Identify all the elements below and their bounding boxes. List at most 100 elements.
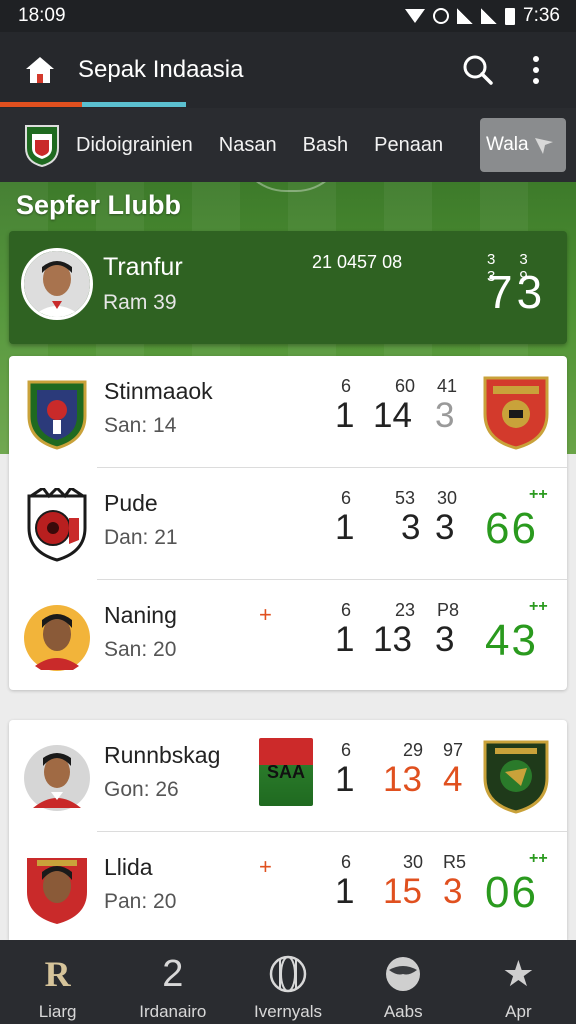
tab-didoigrainien[interactable]: Didoigrainien — [76, 134, 193, 157]
club-crest-icon — [483, 740, 549, 814]
section-title: Sepfer Llubb — [16, 190, 182, 220]
club-crest-icon — [483, 376, 549, 450]
row-right-score: 66 — [485, 504, 538, 553]
more-options-button[interactable] — [516, 50, 556, 90]
bottom-nav: R Liarg 2 Irdanairo Ivernyals Aabs ★ Apr — [0, 940, 576, 1024]
row-sub: San: 14 — [104, 414, 177, 437]
nav-label: Apr — [505, 1002, 532, 1021]
row-small-2: 30 — [403, 852, 424, 872]
nav-item-aabs[interactable]: Aabs — [346, 940, 461, 1024]
list-item[interactable]: Runnbskag Gon: 26 SAA 6 29 97 1 13 4 — [9, 720, 567, 832]
team-tag: SAA — [259, 738, 313, 806]
club-crest-icon — [27, 380, 87, 450]
row-big-2: 3 — [401, 508, 421, 547]
tab-chip-wala[interactable]: Wala — [480, 118, 566, 172]
featured-meta: 21 0457 08 — [312, 252, 403, 272]
row-small-1: 6 — [341, 740, 352, 760]
row-right-score: 06 — [485, 868, 538, 917]
search-icon — [463, 55, 493, 85]
row-small-3: 30 — [437, 488, 458, 508]
row-right-marker: ++ — [529, 850, 548, 867]
row-big-1: 1 — [335, 396, 355, 435]
row-big-2: 15 — [383, 872, 422, 911]
nav-label: Ivernyals — [253, 1002, 323, 1021]
featured-player-name: Tranfur — [103, 253, 183, 281]
row-sub: Dan: 21 — [104, 526, 178, 549]
row-name: Stinmaaok — [104, 378, 213, 404]
row-big-2: 13 — [383, 760, 422, 799]
row-small-1: 6 — [341, 600, 352, 620]
row-big-1: 1 — [335, 760, 355, 799]
row-small-2: 23 — [395, 600, 416, 620]
tab-bash[interactable]: Bash — [303, 134, 349, 157]
list-item[interactable]: Llida Pan: 20 + 6 30 R5 1 15 3 ++ 06 — [9, 832, 567, 944]
ball-icon — [386, 957, 421, 991]
row-small-1: 6 — [341, 852, 352, 872]
player-avatar — [24, 605, 90, 671]
featured-match-card[interactable]: Tranfur Ram 39 21 0457 08 33 39 73 — [9, 231, 567, 344]
globe-icon — [269, 955, 307, 993]
row-name: Llida — [104, 854, 153, 880]
row-big-3: 4 — [443, 760, 463, 799]
row-big-3: 3 — [435, 396, 455, 435]
tab-indicator-teal — [82, 102, 186, 107]
tab-penaan[interactable]: Penaan — [374, 134, 443, 157]
row-small-2: 53 — [395, 488, 416, 508]
tab-bar: Didoigrainien Nasan Bash Penaan Wala — [0, 108, 576, 182]
status-time: 18:09 — [18, 5, 66, 26]
list-item[interactable]: Stinmaaok San: 14 6 60 41 1 14 3 — [9, 356, 567, 468]
player-avatar — [27, 858, 87, 924]
number-icon: 2 — [162, 952, 184, 995]
row-name: Naning — [104, 602, 177, 628]
wifi-icon — [405, 9, 426, 23]
tab-nasan[interactable]: Nasan — [219, 134, 277, 157]
row-big-1: 1 — [335, 508, 355, 547]
status-bar: 18:09 7:36 — [0, 0, 576, 32]
r-letter-icon: R — [44, 954, 71, 994]
row-small-2: 29 — [403, 740, 424, 760]
row-right-marker: ++ — [529, 486, 548, 503]
featured-player-sub: Ram 39 — [103, 291, 177, 314]
row-big-3: 3 — [435, 508, 455, 547]
nav-label: Liarg — [38, 1002, 77, 1021]
row-plus-marker: + — [259, 602, 272, 627]
app-bar: Sepak Indaasia — [0, 32, 576, 108]
nav-item-ivernyals[interactable]: Ivernyals — [230, 940, 345, 1024]
row-right-marker: ++ — [529, 598, 548, 615]
row-name: Pude — [104, 490, 158, 516]
row-sub: Pan: 20 — [104, 890, 177, 913]
player-avatar — [21, 248, 93, 320]
list-item[interactable]: Naning San: 20 + 6 23 P8 1 13 3 ++ 43 — [9, 580, 567, 692]
search-button[interactable] — [458, 50, 498, 90]
club-crest-icon — [27, 488, 87, 562]
nav-label: Aabs — [383, 1002, 423, 1021]
status-clock: 7:36 — [523, 5, 560, 26]
star-icon: ★ — [502, 953, 535, 994]
list-item[interactable]: Pude Dan: 21 6 53 30 1 3 3 ++ 66 — [9, 468, 567, 580]
nav-item-liarg[interactable]: R Liarg — [0, 940, 115, 1024]
row-plus-marker: + — [259, 854, 272, 879]
row-small-2: 60 — [395, 376, 416, 396]
signal-icon-2 — [481, 8, 498, 24]
row-sub: San: 20 — [104, 638, 177, 661]
row-small-3: 41 — [437, 376, 458, 396]
match-list-card-2: Runnbskag Gon: 26 SAA 6 29 97 1 13 4 Lli… — [9, 720, 567, 940]
player-avatar — [24, 745, 90, 811]
row-big-3: 3 — [443, 872, 463, 911]
home-icon[interactable] — [24, 54, 56, 86]
row-small-3: R5 — [443, 852, 467, 872]
row-big-1: 1 — [335, 872, 355, 911]
alarm-icon — [433, 8, 450, 24]
nav-item-irdanairo[interactable]: 2 Irdanairo — [115, 940, 230, 1024]
row-small-1: 6 — [341, 488, 352, 508]
row-sub: Gon: 26 — [104, 778, 179, 801]
nav-item-apr[interactable]: ★ Apr — [461, 940, 576, 1024]
club-crest-icon[interactable] — [22, 122, 62, 168]
more-vert-icon — [533, 56, 539, 84]
match-list-card-1: Stinmaaok San: 14 6 60 41 1 14 3 Pude Da… — [9, 356, 567, 690]
row-big-2: 14 — [373, 396, 412, 435]
row-big-3: 3 — [435, 620, 455, 659]
tab-indicator-red — [0, 102, 82, 107]
chip-arrow-icon — [534, 138, 553, 154]
row-big-1: 1 — [335, 620, 355, 659]
